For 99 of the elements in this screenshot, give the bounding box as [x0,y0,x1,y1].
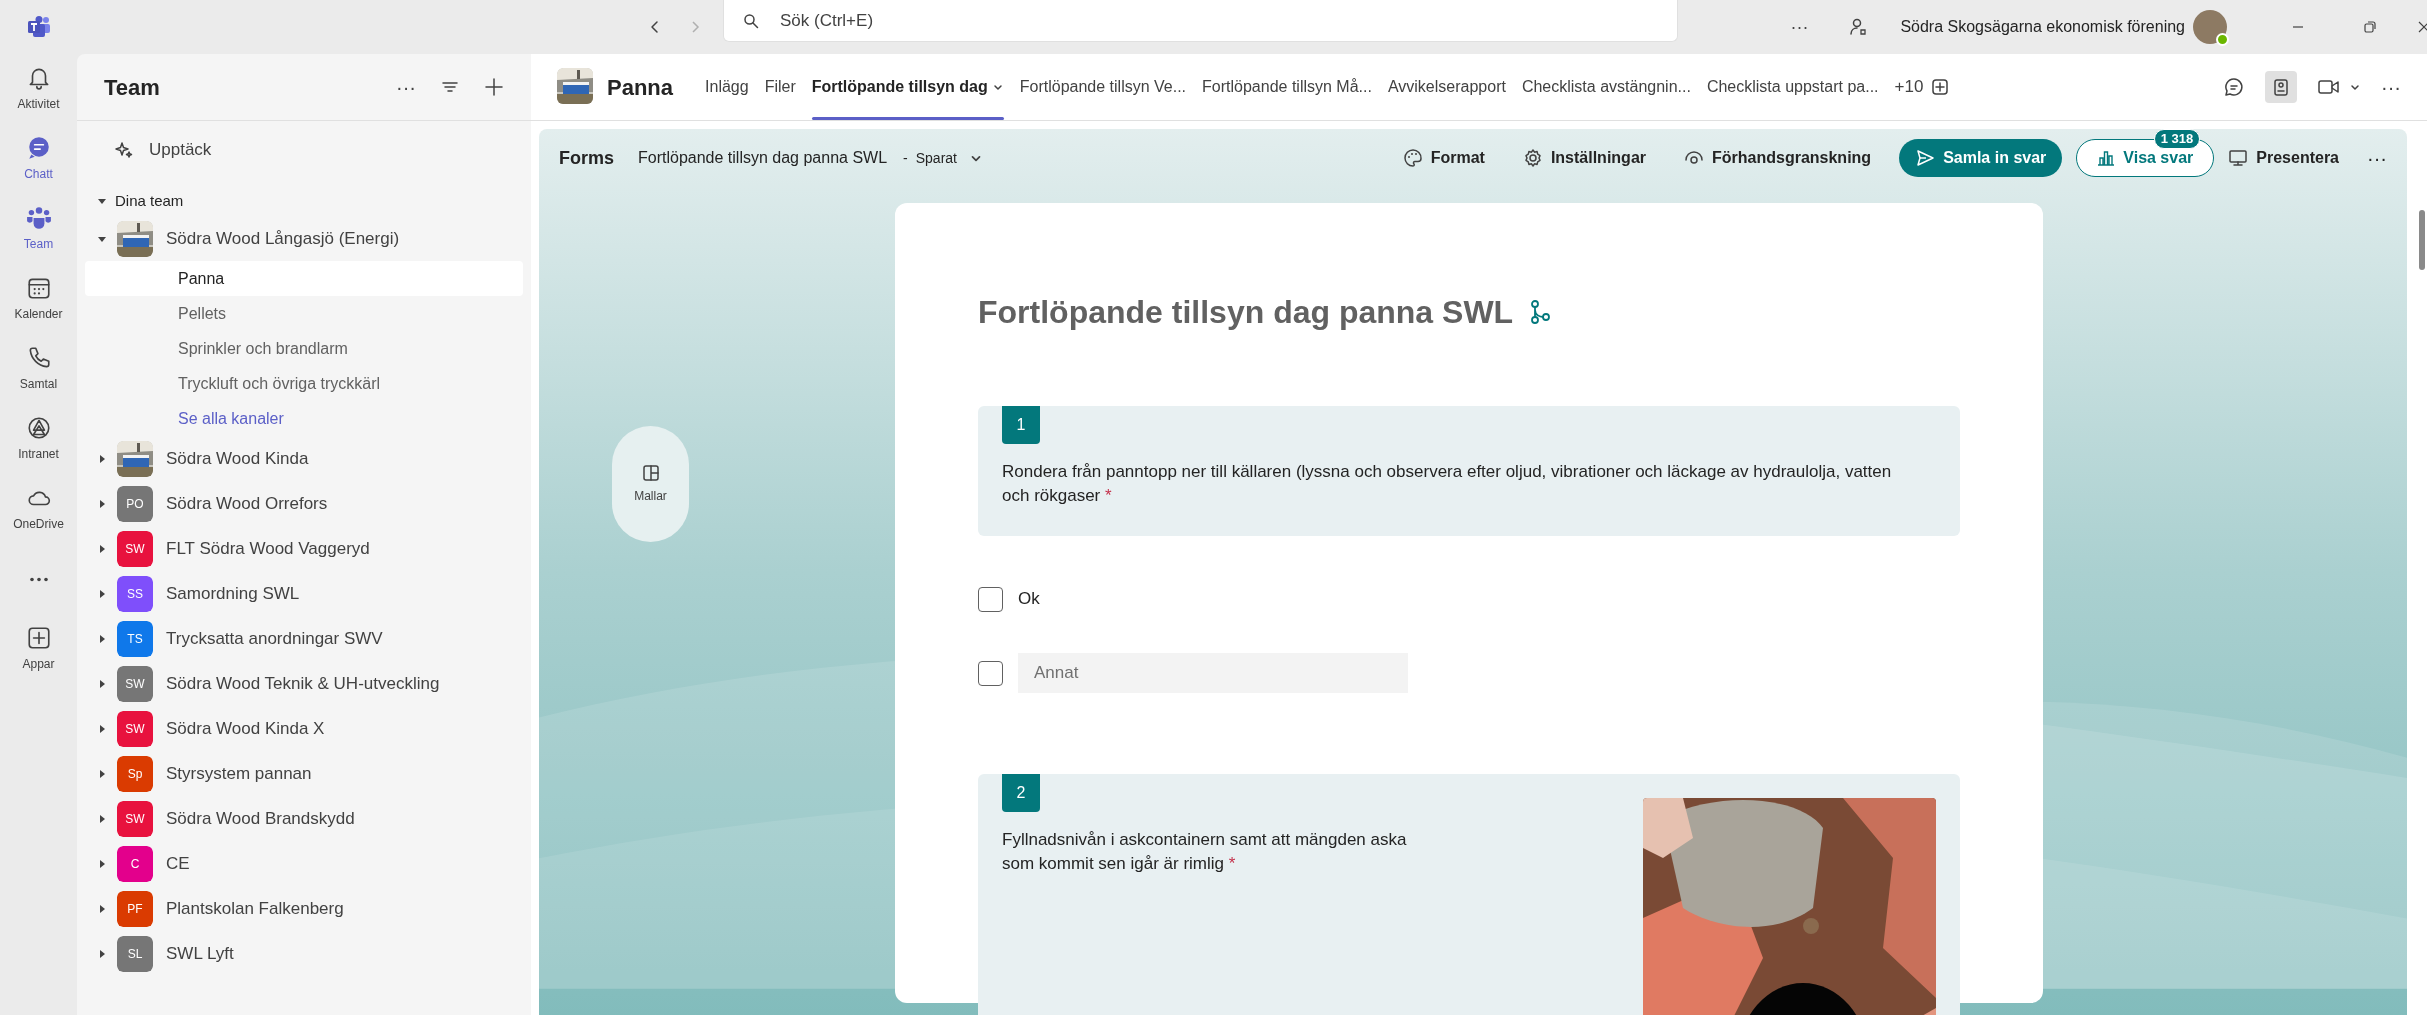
other-option-field[interactable]: Annat [1018,653,1408,693]
team-item[interactable]: Södra Wood Långasjö (Energi) [85,216,523,261]
rail-button[interactable]: Team [0,194,77,264]
team-avatar: SW [117,800,153,837]
team-avatar: SW [117,710,153,747]
more-options-button[interactable]: ··· [1790,13,1809,41]
toolbar-button[interactable]: Format [1402,146,1485,170]
video-camera-icon[interactable] [2317,78,2341,96]
clipboard-icon [2271,77,2291,97]
send-icon [1915,148,1936,168]
team-item[interactable]: C CE [85,841,523,886]
team-avatar: C [117,845,153,882]
rail-button[interactable]: Aktivitet [0,54,77,124]
team-item[interactable]: SW Södra Wood Kinda X [85,706,523,751]
team-avatar: SL [117,935,153,972]
more-options-button[interactable]: ··· [2367,143,2387,173]
tab[interactable]: Fortlöpande tillsyn dag [803,54,1012,120]
response-count-badge: 1 318 [2153,129,2201,149]
form-title: Fortlöpande tillsyn dag panna SWL [978,293,1514,332]
channel-name: Panna [607,73,674,102]
organization-name[interactable]: Södra Skogsägarna ekonomisk förening [1900,15,2185,39]
meeting-notes-button[interactable] [2265,71,2297,103]
layout-icon [640,463,661,483]
settings-icon [1522,148,1543,168]
team-avatar: SW [117,530,153,567]
team-item[interactable]: SS Samordning SWL [85,571,523,616]
add-icon[interactable] [484,77,504,97]
team-avatar: TS [117,620,153,657]
more-icon [27,576,50,582]
monitor-icon [2228,148,2249,168]
app-name: Forms [559,146,614,170]
channel-item[interactable]: Panna [85,261,523,296]
rail-button[interactable]: Kalender [0,264,77,334]
tab[interactable]: Filer [756,54,804,120]
search-field[interactable]: Sök (Ctrl+E) [723,0,1678,42]
sidebar-title: Team [104,73,160,102]
see-all-channels-link[interactable]: Se alla kanaler [85,401,523,436]
team-item[interactable]: SW Södra Wood Teknik & UH-utveckling [85,661,523,706]
form-name-button[interactable]: Fortlöpande tillsyn dag panna SWL - Sparat [638,146,983,170]
restore-icon[interactable] [2363,20,2377,34]
rail-button[interactable]: Samtal [0,334,77,404]
templates-button[interactable]: Mallar [612,426,689,542]
tree-emblem-icon [25,415,52,441]
sparkle-icon [115,141,133,159]
add-app-icon [25,625,52,651]
section-header[interactable]: Dina team [85,186,523,216]
question-text: Rondera från panntopp ner till källaren (lyssna och observera efter oljud, vibrationer och läckage av hydraulolja, vatten och rökgaser * [1002,461,1892,507]
tab[interactable]: Fortlöpande tillsyn Ve... [1011,54,1195,120]
team-item[interactable]: PF Plantskolan Falkenberg [85,886,523,931]
channel-item[interactable]: Sprinkler och brandlarm [85,331,523,366]
palette-icon [1402,148,1423,168]
team-avatar: PF [117,890,153,927]
present-button[interactable]: Presentera [2228,146,2339,170]
more-tabs-button[interactable]: +10 [1894,74,1924,100]
search-icon [743,13,759,29]
rail-button[interactable]: Chatt [0,124,77,194]
rail-button[interactable]: Intranet [0,404,77,474]
team-item[interactable]: Södra Wood Kinda [85,436,523,481]
people-icon [25,205,52,231]
toolbar-button[interactable]: Förhandsgranskning [1684,146,1872,170]
team-avatar: SS [117,575,153,612]
tab[interactable]: Checklista uppstart pa... [1698,54,1887,120]
team-item[interactable]: PO Södra Wood Orrefors [85,481,523,526]
tab[interactable]: Checklista avstängnin... [1513,54,1699,120]
branching-icon[interactable] [1529,300,1552,324]
checkbox[interactable] [978,586,1003,612]
team-item[interactable]: SW Södra Wood Brandskydd [85,796,523,841]
team-item[interactable]: SL SWL Lyft [85,931,523,976]
tab[interactable]: Avvikelserapport [1379,54,1514,120]
tab[interactable]: Inlägg [697,54,757,120]
add-tab-icon[interactable] [1931,78,1950,96]
checkbox[interactable] [978,660,1003,686]
question-text: Fyllnadsnivån i askcontainern samt att mängden aska som kommit sen igår är rimlig * [1002,829,1408,875]
team-avatar: SW [117,665,153,702]
bar-chart-icon [2097,149,2116,167]
question-number: 1 [1002,406,1040,444]
person-icon[interactable] [1848,17,1869,37]
toolbar-button[interactable]: Inställningar [1522,146,1646,170]
discover-button[interactable]: Upptäck [77,121,531,179]
option-label: Ok [1018,588,1040,611]
avatar[interactable] [2193,10,2227,44]
chat-bubble-icon[interactable] [2223,76,2245,98]
rail-button[interactable]: Appar [0,614,77,684]
rail-button[interactable]: OneDrive [0,474,77,544]
teams-logo-icon [26,16,51,38]
more-options-button[interactable]: ··· [2381,72,2401,102]
tab[interactable]: Fortlöpande tillsyn Må... [1194,54,1380,120]
team-avatar: PO [117,485,153,522]
close-icon[interactable] [2417,20,2427,34]
scrollbar[interactable] [2419,210,2425,270]
more-options-button[interactable]: ··· [396,72,416,102]
question-number: 2 [1002,774,1040,812]
team-item[interactable]: TS Trycksatta anordningar SWV [85,616,523,661]
collect-responses-button[interactable]: Samla in svar [1899,139,2063,177]
team-item[interactable]: Sp Styrsystem pannan [85,751,523,796]
channel-item[interactable]: Tryckluft och övriga tryckkärl [85,366,523,401]
team-item[interactable]: SW FLT Södra Wood Vaggeryd [85,526,523,571]
team-avatar: Sp [117,755,153,792]
channel-item[interactable]: Pellets [85,296,523,331]
